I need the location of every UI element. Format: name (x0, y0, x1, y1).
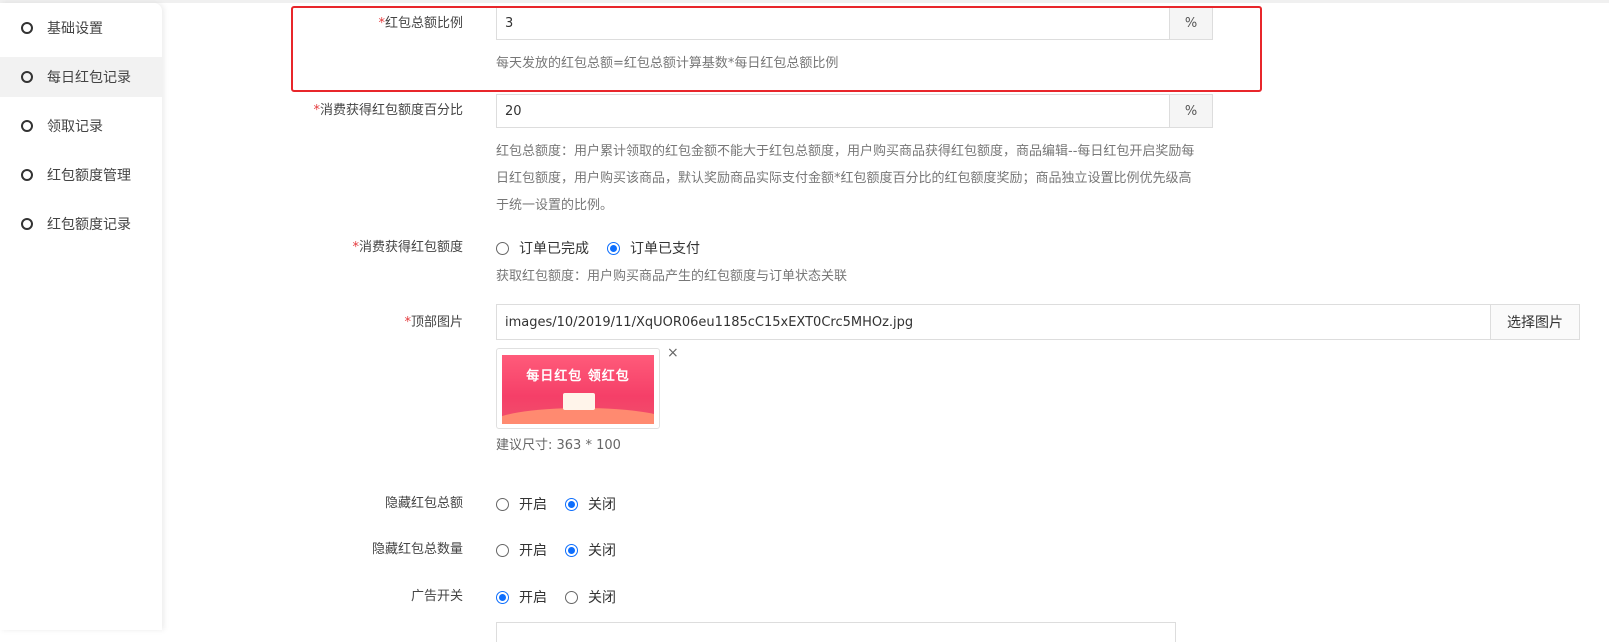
percent-addon: % (1169, 95, 1212, 127)
top-image-path-input[interactable] (497, 305, 1490, 339)
banner-gift-box (563, 393, 595, 410)
ad-switch-radios: 开启 关闭 (496, 587, 634, 607)
consume-quota-label: *消费获得红包额度 (352, 240, 463, 255)
sidebar-item-label: 红包额度管理 (47, 168, 131, 184)
radio-hide-total-off[interactable]: 关闭 (565, 494, 616, 514)
sidebar-item-quota-management[interactable]: 红包额度管理 (0, 155, 162, 195)
radio-icon (496, 543, 509, 557)
hide-count-label: 隐藏红包总数量 (371, 542, 463, 557)
sidebar-item-claim-records[interactable]: 领取记录 (0, 106, 162, 146)
radio-ad-on[interactable]: 开启 (496, 587, 547, 607)
consume-percent-help-1: 红包总额度：用户累计领取的红包金额不能大于红包总额度，用户购买商品获得红包额度，… (496, 144, 1195, 159)
radio-icon (496, 241, 509, 255)
sidebar-item-label: 基础设置 (47, 21, 103, 37)
radio-hide-total-on[interactable]: 开启 (496, 494, 547, 514)
hide-total-label: 隐藏红包总额 (384, 496, 463, 511)
radio-ad-off[interactable]: 关闭 (565, 587, 616, 607)
hide-count-radios: 开启 关闭 (496, 540, 634, 560)
sidebar-item-label: 每日红包记录 (47, 70, 131, 86)
remove-image-icon[interactable]: × (667, 345, 679, 361)
top-border (0, 0, 1609, 3)
sidebar-item-label: 红包额度记录 (47, 217, 131, 233)
consume-percent-help-3: 于统一设置的比例。 (496, 198, 614, 213)
radio-checked-icon (607, 241, 620, 255)
circle-icon (21, 218, 33, 230)
banner-text: 每日红包 领红包 (526, 369, 630, 384)
radio-icon (496, 497, 509, 511)
banner-decoration (502, 408, 654, 424)
sidebar-item-basic-settings[interactable]: 基础设置 (0, 8, 162, 48)
sidebar-item-label: 领取记录 (47, 119, 103, 135)
hide-total-radios: 开启 关闭 (496, 494, 634, 514)
circle-icon (21, 120, 33, 132)
select-image-button[interactable]: 选择图片 (1490, 305, 1579, 339)
circle-icon (21, 22, 33, 34)
consume-percent-help-2: 日红包额度，用户购买该商品，默认奖励商品实际支付金额*红包额度百分比的红包额度奖… (496, 171, 1192, 186)
top-image-label: *顶部图片 (404, 315, 463, 330)
sidebar-item-daily-records[interactable]: 每日红包记录 (0, 57, 162, 97)
consume-percent-label: *消费获得红包额度百分比 (313, 103, 463, 118)
image-size-hint: 建议尺寸: 363 * 100 (496, 438, 621, 453)
radio-checked-icon (565, 543, 578, 557)
sidebar: 基础设置 每日红包记录 领取记录 红包额度管理 红包额度记录 (0, 3, 162, 630)
consume-quota-radios: 订单已完成 订单已支付 (496, 238, 718, 258)
highlight-box (291, 6, 1262, 92)
radio-order-completed[interactable]: 订单已完成 (496, 238, 589, 258)
consume-quota-help: 获取红包额度：用户购买商品产生的红包额度与订单状态关联 (496, 269, 848, 284)
image-preview: 每日红包 领红包 (496, 348, 660, 429)
radio-checked-icon (496, 590, 509, 604)
radio-hide-count-off[interactable]: 关闭 (565, 540, 616, 560)
consume-percent-group: % (496, 94, 1213, 128)
radio-order-paid[interactable]: 订单已支付 (607, 238, 700, 258)
consume-percent-input[interactable] (497, 95, 1169, 127)
radio-hide-count-on[interactable]: 开启 (496, 540, 547, 560)
sidebar-item-quota-records[interactable]: 红包额度记录 (0, 204, 162, 244)
ad-switch-label: 广告开关 (410, 589, 463, 604)
radio-checked-icon (565, 497, 578, 511)
radio-icon (565, 590, 578, 604)
banner-image: 每日红包 领红包 (502, 355, 654, 424)
next-field-input[interactable] (496, 622, 1176, 642)
circle-icon (21, 169, 33, 181)
top-image-group: 选择图片 (496, 304, 1580, 340)
circle-icon (21, 71, 33, 83)
